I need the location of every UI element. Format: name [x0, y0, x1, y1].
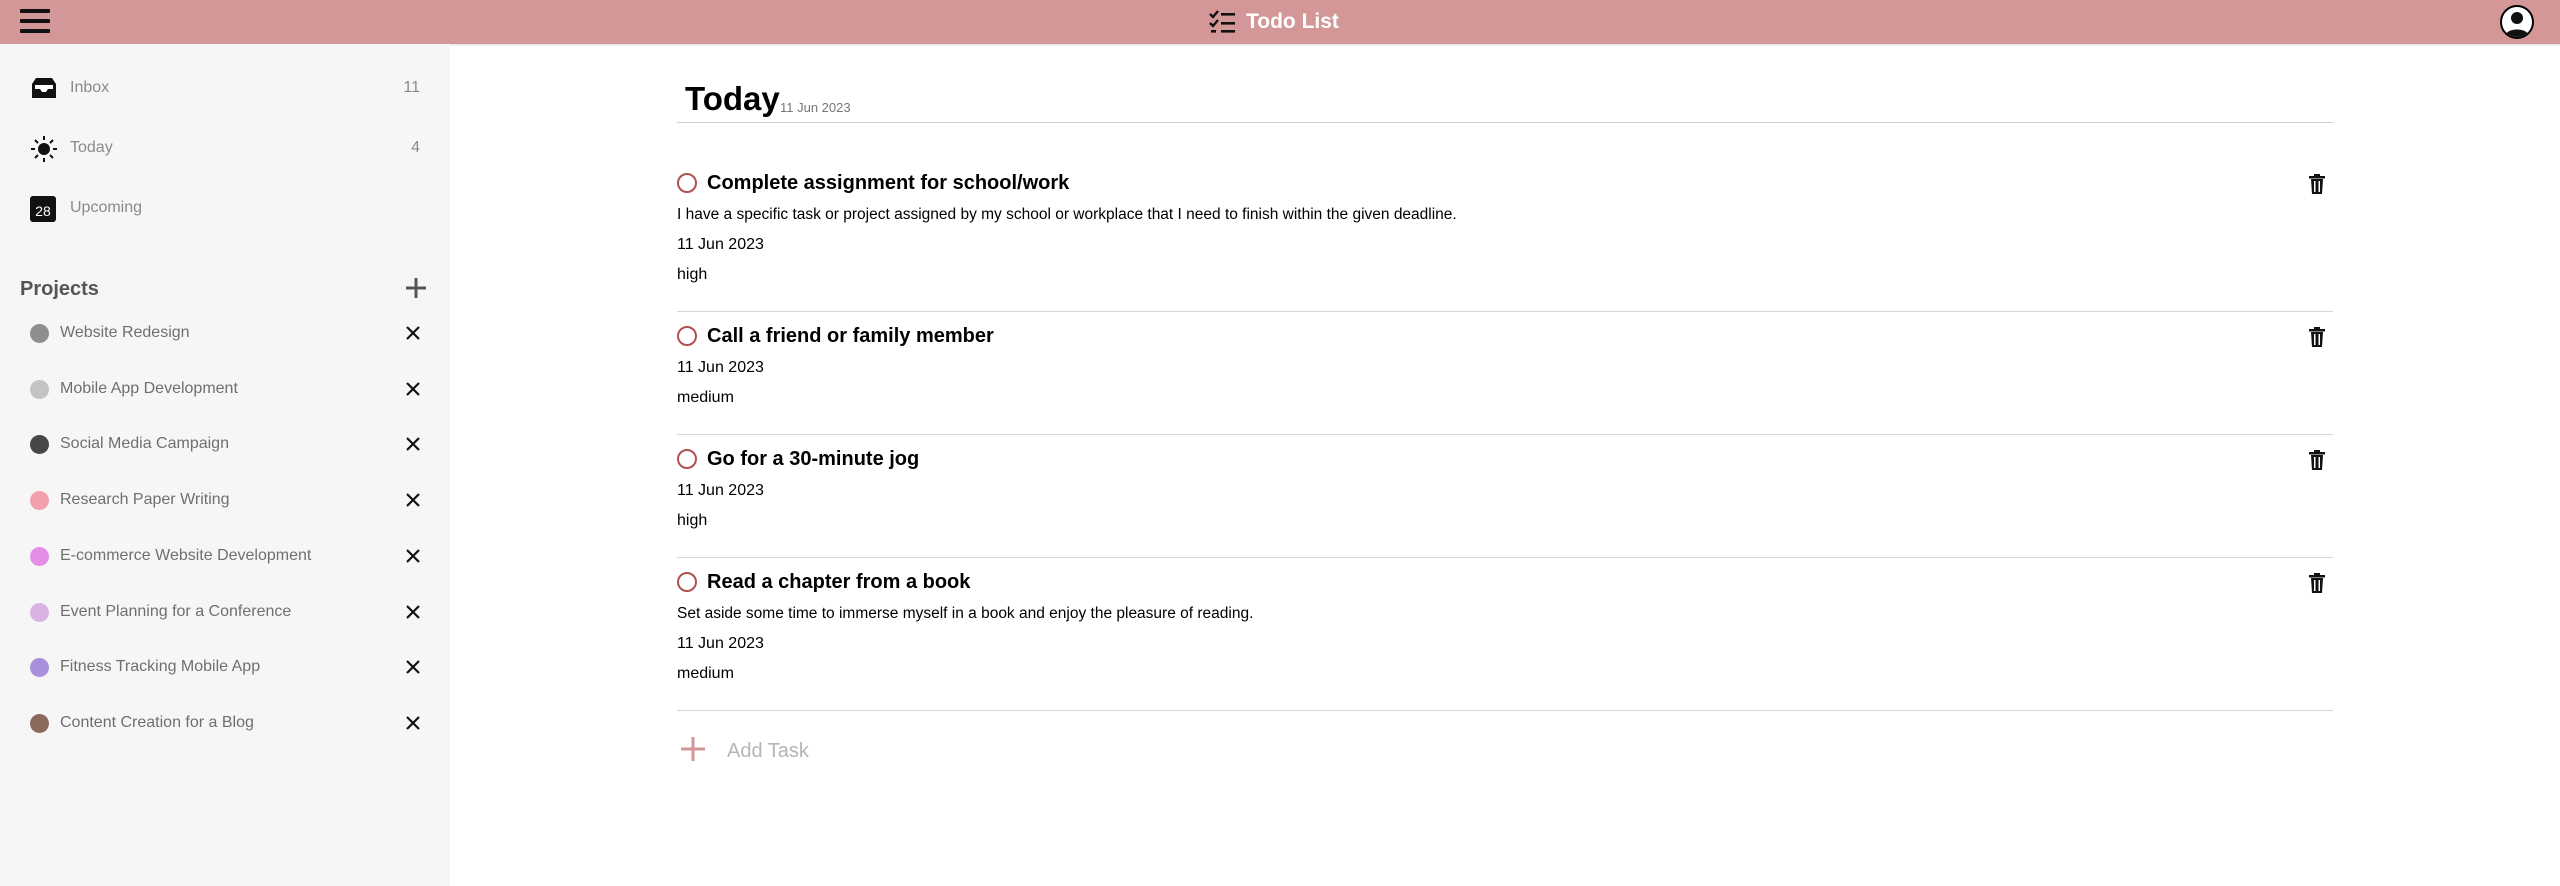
project-color-dot: [30, 713, 49, 733]
page-date: 11 Jun 2023: [780, 100, 851, 115]
task-priority: high: [677, 512, 708, 529]
sidebar-project-item[interactable]: Social Media Campaign: [0, 423, 450, 463]
sidebar-project-item[interactable]: Website Redesign: [0, 312, 450, 352]
delete-project-icon[interactable]: [402, 601, 424, 623]
task-title: Read a chapter from a book: [707, 571, 971, 593]
task-description: Set aside some time to immerse myself in…: [677, 605, 1254, 622]
projects-header: Projects: [20, 274, 430, 304]
delete-project-icon[interactable]: [402, 656, 424, 678]
task-title: Call a friend or family member: [707, 325, 994, 347]
project-color-dot: [30, 658, 49, 678]
trash-icon[interactable]: [2309, 573, 2325, 593]
sidebar-item-upcoming[interactable]: 28 Upcoming: [0, 184, 450, 234]
sidebar-project-item[interactable]: Event Planning for a Conference: [0, 591, 450, 631]
project-name: Website Redesign: [60, 324, 190, 341]
sidebar-item-label: Inbox: [70, 79, 110, 96]
delete-project-icon[interactable]: [402, 378, 424, 400]
top-bar: Todo List: [0, 0, 2560, 44]
sidebar-item-count: 11: [403, 79, 420, 96]
sidebar-project-item[interactable]: Research Paper Writing: [0, 479, 450, 519]
task-item[interactable]: Go for a 30-minute jog 11 Jun 2023 high: [677, 434, 2333, 558]
task-item[interactable]: Complete assignment for school/work I hav…: [677, 158, 2333, 312]
calendar-icon: 28: [30, 196, 56, 222]
project-color-dot: [30, 602, 49, 622]
plus-icon: [681, 737, 705, 761]
calendar-day: 28: [35, 203, 51, 219]
sidebar-item-label: Upcoming: [70, 199, 143, 216]
sidebar-item-inbox[interactable]: Inbox 11: [0, 64, 450, 114]
app-title: Todo List: [1246, 10, 1339, 33]
task-complete-checkbox[interactable]: [677, 173, 697, 193]
project-name: Event Planning for a Conference: [60, 602, 292, 620]
page-header: Today 11 Jun 2023: [677, 78, 2333, 123]
project-name: Mobile App Development: [60, 379, 238, 397]
project-color-dot: [30, 491, 49, 511]
sidebar-item-count: 4: [411, 139, 420, 156]
sun-icon: [31, 136, 57, 162]
inbox-icon: [32, 78, 56, 98]
hamburger-icon[interactable]: [20, 9, 50, 35]
task-complete-checkbox[interactable]: [677, 449, 697, 469]
sidebar-item-label: Today: [70, 139, 113, 156]
delete-project-icon[interactable]: [402, 489, 424, 511]
add-project-button[interactable]: [402, 274, 430, 302]
task-item[interactable]: Call a friend or family member 11 Jun 202…: [677, 311, 2333, 435]
delete-project-icon[interactable]: [402, 433, 424, 455]
task-date: 11 Jun 2023: [677, 482, 764, 499]
task-description: I have a specific task or project assign…: [677, 206, 1457, 223]
projects-title: Projects: [20, 278, 99, 300]
project-color-dot: [30, 546, 49, 566]
user-avatar-icon[interactable]: [2500, 5, 2534, 39]
checklist-icon: [1209, 10, 1235, 33]
delete-project-icon[interactable]: [402, 545, 424, 567]
task-date: 11 Jun 2023: [677, 236, 764, 253]
project-name: E-commerce Website Development: [60, 546, 312, 564]
task-priority: medium: [677, 389, 734, 406]
project-name: Research Paper Writing: [60, 491, 230, 509]
add-task-button[interactable]: Add Task: [677, 729, 977, 769]
task-item[interactable]: Read a chapter from a book Set aside some…: [677, 557, 2333, 711]
project-name: Content Creation for a Blog: [60, 713, 254, 731]
task-date: 11 Jun 2023: [677, 635, 764, 652]
add-task-label: Add Task: [727, 740, 809, 762]
delete-project-icon[interactable]: [402, 322, 424, 344]
task-priority: medium: [677, 665, 734, 682]
project-color-dot: [30, 435, 49, 455]
task-priority: high: [677, 266, 708, 283]
sidebar-project-item[interactable]: Content Creation for a Blog: [0, 702, 450, 742]
sidebar: Inbox 11 Today 4 28 Upcoming Projects We…: [0, 44, 450, 886]
project-name: Social Media Campaign: [60, 435, 229, 453]
sidebar-item-today[interactable]: Today 4: [0, 124, 450, 174]
brand: Todo List: [1208, 9, 1339, 35]
trash-icon[interactable]: [2309, 450, 2325, 470]
sidebar-project-item[interactable]: Fitness Tracking Mobile App: [0, 646, 450, 686]
task-date: 11 Jun 2023: [677, 359, 764, 376]
task-complete-checkbox[interactable]: [677, 326, 697, 346]
page-title: Today: [685, 80, 780, 117]
task-complete-checkbox[interactable]: [677, 572, 697, 592]
sidebar-project-item[interactable]: E-commerce Website Development: [0, 535, 450, 575]
delete-project-icon[interactable]: [402, 712, 424, 734]
trash-icon[interactable]: [2309, 174, 2325, 194]
task-title: Complete assignment for school/work: [707, 172, 1070, 194]
task-title: Go for a 30-minute jog: [707, 448, 920, 470]
project-name: Fitness Tracking Mobile App: [60, 658, 261, 676]
project-color-dot: [30, 324, 49, 343]
project-color-dot: [30, 379, 49, 399]
sidebar-project-item[interactable]: Mobile App Development: [0, 368, 450, 408]
trash-icon[interactable]: [2309, 327, 2325, 347]
